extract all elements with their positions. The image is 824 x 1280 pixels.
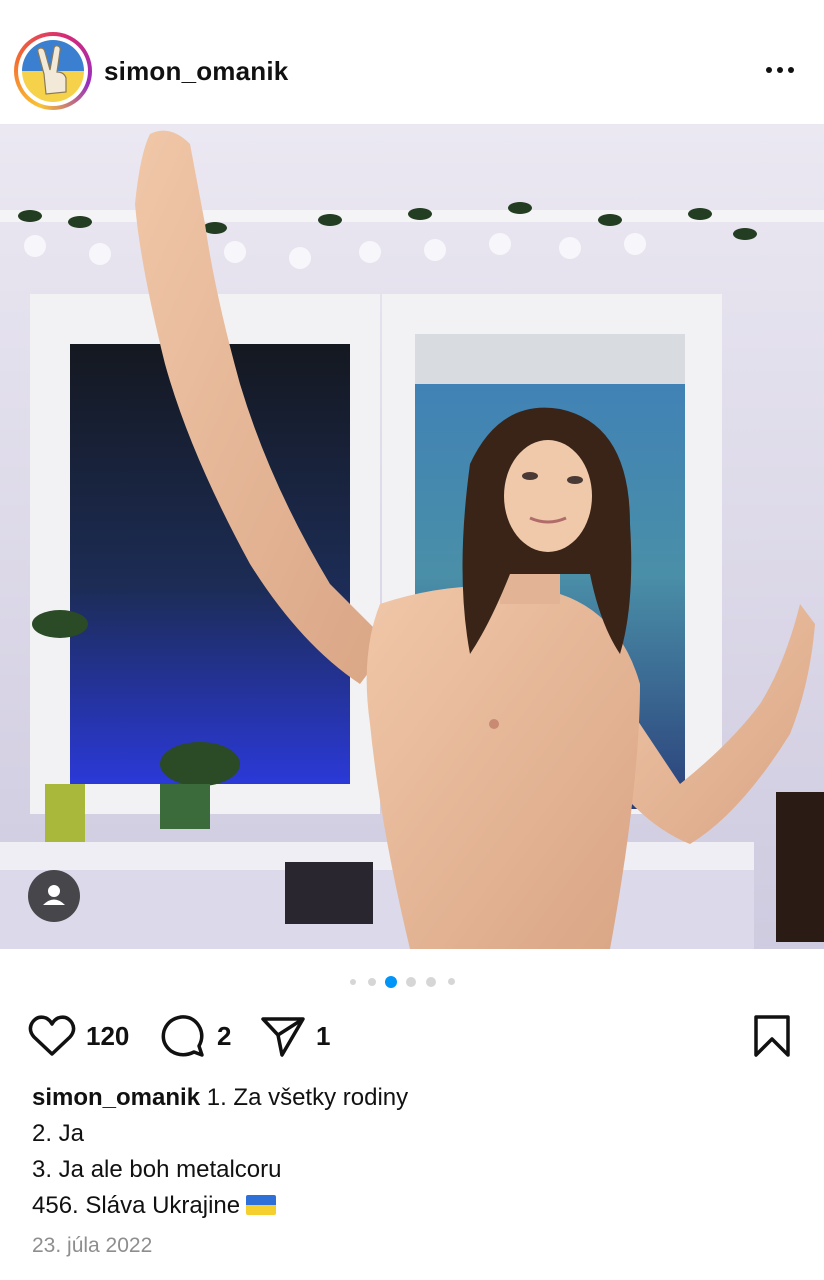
avatar xyxy=(22,40,84,102)
avatar-border xyxy=(18,36,88,106)
post-caption: simon_omanik 1. Za všetky rodiny 2. Ja 3… xyxy=(32,1080,802,1224)
heart-icon xyxy=(28,1015,76,1056)
story-ring[interactable] xyxy=(14,32,92,110)
carousel-indicator xyxy=(0,970,824,990)
photo-image xyxy=(0,124,824,949)
caption-line-2: 2. Ja xyxy=(32,1120,85,1147)
post-photo[interactable] xyxy=(0,124,824,949)
more-dot xyxy=(788,67,794,73)
comment-count: 2 xyxy=(217,1021,232,1051)
post-header: simon_omanik xyxy=(0,0,824,124)
post-actions: 120 2 1 xyxy=(0,1005,824,1065)
carousel-dot xyxy=(350,979,356,985)
carousel-dot xyxy=(426,977,436,987)
share-count: 1 xyxy=(316,1021,331,1051)
tag-people-button[interactable] xyxy=(28,870,80,922)
carousel-dot xyxy=(406,977,416,987)
caption-username[interactable]: simon_omanik xyxy=(32,1084,200,1111)
caption-line-1: simon_omanik 1. Za všetky rodiny xyxy=(32,1080,802,1116)
send-icon xyxy=(261,1017,305,1057)
carousel-dot xyxy=(448,978,455,985)
share-button[interactable] xyxy=(260,1013,306,1059)
carousel-dot-active xyxy=(385,976,397,988)
more-dot xyxy=(777,67,783,73)
peace-hand-avatar-icon xyxy=(37,45,67,95)
more-options-button[interactable] xyxy=(760,60,800,80)
comment-button[interactable] xyxy=(160,1013,206,1059)
caption-line-4: 456. Sláva Ukrajine xyxy=(32,1188,802,1224)
caption-line-3: 3. Ja ale boh metalcoru xyxy=(32,1156,282,1183)
caption-text: 1. Za všetky rodiny xyxy=(206,1084,409,1111)
ukraine-flag-icon xyxy=(246,1195,277,1215)
person-tag-icon xyxy=(43,885,65,905)
save-button[interactable] xyxy=(752,1013,792,1059)
carousel-dot xyxy=(368,978,376,986)
comment-icon xyxy=(161,1015,204,1057)
post-username[interactable]: simon_omanik xyxy=(104,56,288,87)
caption-text: 456. Sláva Ukrajine xyxy=(32,1192,241,1219)
post-date: 23. júla 2022 xyxy=(32,1234,153,1257)
more-horizontal-icon xyxy=(766,67,772,73)
bookmark-icon xyxy=(754,1015,790,1057)
like-button[interactable] xyxy=(28,1013,76,1059)
like-count: 120 xyxy=(86,1021,130,1051)
